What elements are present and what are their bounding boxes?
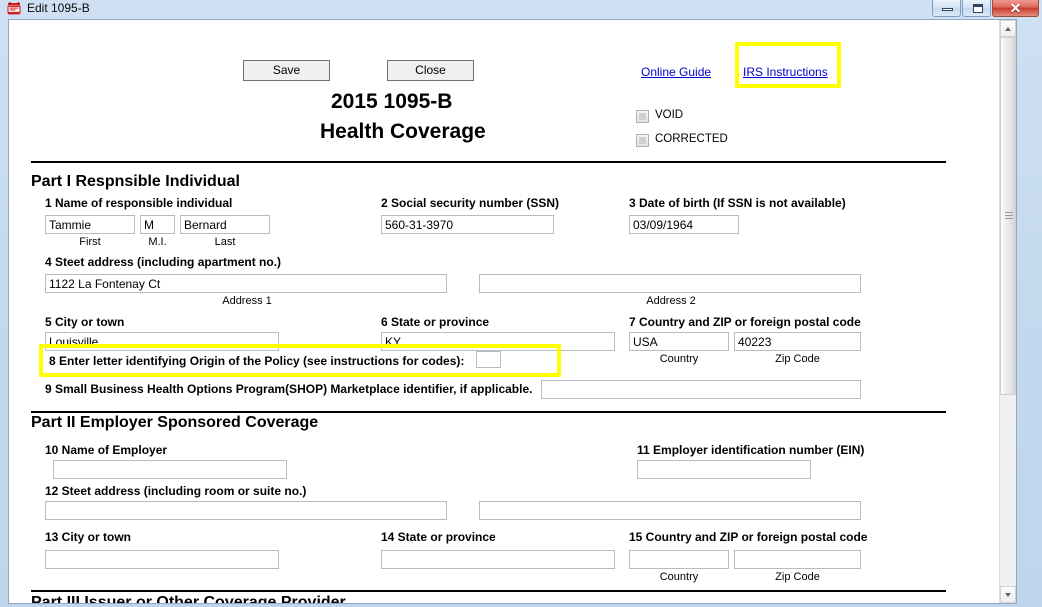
address2-sublabel: Address 2 xyxy=(646,295,696,307)
form-1095b: Save Close Online Guide IRS Instructions… xyxy=(9,20,1016,604)
part2-heading: Part II Employer Sponsored Coverage xyxy=(31,414,319,431)
employer-address1-input[interactable] xyxy=(45,501,447,520)
chevron-up-icon xyxy=(1005,27,1011,31)
close-button[interactable]: ✕ xyxy=(992,0,1039,17)
employer-country-sublabel: Country xyxy=(659,571,699,583)
country-input[interactable] xyxy=(629,332,729,351)
shop-identifier-input[interactable] xyxy=(541,380,861,399)
country-sublabel: Country xyxy=(659,353,699,365)
close-icon: ✕ xyxy=(1009,0,1022,16)
part1-field3-label: 3 Date of birth (If SSN is not available… xyxy=(629,196,846,210)
part1-field5-label: 5 City or town xyxy=(45,315,125,329)
irs-instructions-link[interactable]: IRS Instructions xyxy=(743,65,828,79)
first-name-sublabel: First xyxy=(79,236,101,248)
form-document-icon xyxy=(7,2,21,15)
ssn-input[interactable] xyxy=(381,215,554,234)
part1-field6-label: 6 State or province xyxy=(381,315,490,329)
part2-field13-label: 13 City or town xyxy=(45,530,132,544)
part2-field11-label: 11 Employer identification number (EIN) xyxy=(637,443,865,457)
ein-input[interactable] xyxy=(637,460,811,479)
application-window: Edit 1095-B ✕ Save Close Online Guide IR… xyxy=(0,0,1042,607)
zip-input[interactable] xyxy=(734,332,861,351)
middle-initial-input[interactable] xyxy=(140,215,175,234)
vertical-scrollbar[interactable] xyxy=(999,20,1016,603)
zip-sublabel: Zip Code xyxy=(775,353,820,365)
form-title-year: 2015 1095-B xyxy=(331,90,453,113)
part2-field15-label: 15 Country and ZIP or foreign postal cod… xyxy=(629,530,868,544)
employer-city-input[interactable] xyxy=(45,550,279,569)
scrollbar-grip-icon xyxy=(1005,212,1013,220)
void-checkbox[interactable] xyxy=(636,110,649,123)
window-controls: ✕ xyxy=(931,0,1039,19)
employer-address2-input[interactable] xyxy=(479,501,861,520)
part1-heading: Part I Respnsible Individual xyxy=(31,173,240,190)
minimize-button[interactable] xyxy=(932,0,961,17)
address2-input[interactable] xyxy=(479,274,861,293)
window-title: Edit 1095-B xyxy=(27,1,90,15)
part1-field1-label: 1 Name of responsible individual xyxy=(45,196,233,210)
address1-input[interactable] xyxy=(45,274,447,293)
section-divider-part1 xyxy=(31,161,946,163)
part1-field4-label: 4 Steet address (including apartment no.… xyxy=(45,255,282,269)
form-client-area: Save Close Online Guide IRS Instructions… xyxy=(8,19,1017,604)
close-form-button[interactable]: Close xyxy=(387,60,474,81)
part1-field7-label: 7 Country and ZIP or foreign postal code xyxy=(629,315,861,329)
dob-input[interactable] xyxy=(629,215,739,234)
employer-state-input[interactable] xyxy=(381,550,615,569)
corrected-label: CORRECTED xyxy=(655,133,728,145)
corrected-checkbox[interactable] xyxy=(636,134,649,147)
first-name-input[interactable] xyxy=(45,215,135,234)
employer-zip-sublabel: Zip Code xyxy=(775,571,820,583)
last-name-sublabel: Last xyxy=(214,236,236,248)
part2-field12-label: 12 Steet address (including room or suit… xyxy=(45,484,307,498)
part1-field9-label: 9 Small Business Health Options Program(… xyxy=(45,382,533,396)
window-title-bar: Edit 1095-B ✕ xyxy=(0,0,1042,19)
employer-name-input[interactable] xyxy=(53,460,287,479)
part3-heading: Part III Issuer or Other Coverage Provid… xyxy=(31,594,346,604)
origin-of-policy-input[interactable] xyxy=(476,351,501,368)
employer-country-input[interactable] xyxy=(629,550,729,569)
last-name-input[interactable] xyxy=(180,215,270,234)
middle-initial-sublabel: M.I. xyxy=(148,236,167,248)
scroll-up-button[interactable] xyxy=(1000,20,1016,37)
scroll-down-button[interactable] xyxy=(1000,586,1016,603)
chevron-down-icon xyxy=(1005,593,1011,597)
section-divider-part3 xyxy=(31,590,946,592)
save-button[interactable]: Save xyxy=(243,60,330,81)
void-label: VOID xyxy=(655,109,684,121)
scrollbar-thumb[interactable] xyxy=(1000,37,1016,395)
address1-sublabel: Address 1 xyxy=(222,295,272,307)
form-title-name: Health Coverage xyxy=(320,120,486,143)
maximize-button[interactable] xyxy=(962,0,991,17)
maximize-icon xyxy=(973,4,983,13)
part1-field2-label: 2 Social security number (SSN) xyxy=(381,196,560,210)
minimize-icon xyxy=(942,8,953,11)
part2-field10-label: 10 Name of Employer xyxy=(45,443,168,457)
employer-zip-input[interactable] xyxy=(734,550,861,569)
section-divider-part2 xyxy=(31,411,946,413)
online-guide-link[interactable]: Online Guide xyxy=(641,65,711,79)
part1-field8-label: 8 Enter letter identifying Origin of the… xyxy=(49,354,465,368)
part2-field14-label: 14 State or province xyxy=(381,530,496,544)
